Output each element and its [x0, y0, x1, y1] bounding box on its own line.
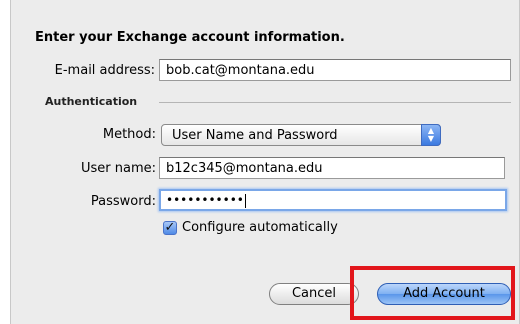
username-label: User name:: [80, 161, 156, 176]
authentication-section-title: Authentication: [45, 95, 138, 108]
text-caret: [244, 193, 246, 208]
method-label: Method:: [102, 127, 156, 142]
highlight-box: [350, 266, 515, 320]
page-title: Enter your Exchange account information.: [35, 30, 345, 45]
configure-automatically-label[interactable]: Configure automatically: [182, 220, 338, 235]
method-select[interactable]: User Name and Password ▲ ▼: [161, 124, 441, 146]
email-field[interactable]: bob.cat@montana.edu: [159, 59, 511, 81]
password-field[interactable]: •••••••••••: [159, 189, 507, 211]
email-label: E-mail address:: [54, 63, 155, 78]
chevron-up-down-icon: ▲ ▼: [421, 124, 441, 146]
password-masked-value: •••••••••••: [166, 193, 244, 207]
section-divider: [159, 102, 511, 103]
checkmark-icon: ✓: [164, 220, 176, 235]
cancel-button[interactable]: Cancel: [269, 283, 359, 305]
method-select-value: User Name and Password: [172, 128, 338, 143]
configure-automatically-checkbox[interactable]: ✓: [163, 221, 177, 235]
username-field[interactable]: b12c345@montana.edu: [159, 157, 505, 179]
password-label: Password:: [90, 194, 156, 209]
